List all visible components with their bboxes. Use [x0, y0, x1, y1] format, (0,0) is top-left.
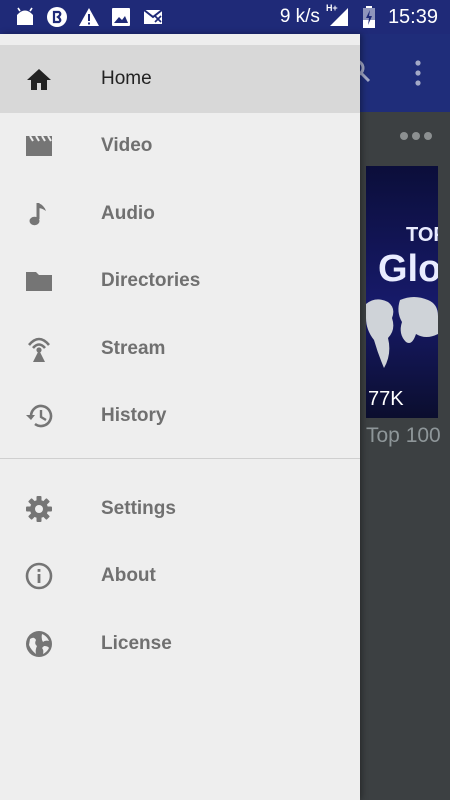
status-bar: 9 k/s H+ 15:39	[0, 0, 450, 34]
video-icon	[25, 132, 53, 160]
home-icon	[25, 65, 53, 93]
more-dots-icon[interactable]	[400, 132, 440, 142]
drawer-item-license[interactable]: License	[0, 610, 360, 678]
drawer-item-label: History	[101, 405, 167, 427]
music-note-icon	[25, 200, 53, 228]
drawer-item-label: About	[101, 565, 156, 587]
warning-icon	[78, 6, 100, 28]
drawer-item-label: Audio	[101, 202, 155, 224]
drawer-item-directories[interactable]: Directories	[0, 248, 360, 316]
status-left-icons	[0, 6, 164, 28]
video-thumbnail[interactable]: TOP Glo 77K	[366, 166, 438, 418]
drawer-item-history[interactable]: History	[0, 383, 360, 451]
sync-circle-icon	[46, 6, 68, 28]
drawer-item-stream[interactable]: Stream	[0, 315, 360, 383]
drawer-item-label: Settings	[101, 497, 176, 519]
drawer-item-label: Directories	[101, 270, 201, 292]
drawer-item-settings[interactable]: Settings	[0, 475, 360, 543]
battery-charging-icon	[358, 6, 380, 28]
drawer-item-video[interactable]: Video	[0, 113, 360, 181]
gear-icon	[25, 495, 53, 523]
network-speed: 9 k/s	[279, 6, 320, 27]
world-map-graphic	[366, 297, 438, 368]
stream-antenna-icon	[25, 335, 53, 363]
drawer-item-home[interactable]: Home	[0, 45, 360, 113]
status-right: 9 k/s H+ 15:39	[279, 3, 450, 29]
info-icon	[25, 562, 53, 590]
thumbnail-text-glo: Glo	[378, 248, 438, 290]
thumbnail-text-top: TOP	[406, 224, 438, 246]
drawer-divider	[0, 458, 360, 459]
drawer-item-about[interactable]: About	[0, 543, 360, 611]
drawer-item-audio[interactable]: Audio	[0, 180, 360, 248]
video-title[interactable]: Top 100	[366, 424, 441, 448]
overflow-menu-icon[interactable]	[410, 58, 426, 88]
signal-icon: H+	[325, 3, 350, 28]
drawer-item-label: Home	[101, 67, 152, 89]
globe-icon	[25, 630, 53, 658]
clock: 15:39	[387, 5, 438, 28]
history-icon	[25, 402, 53, 430]
thumbnail-view-count: 77K	[368, 388, 404, 410]
mail-off-icon	[142, 6, 164, 28]
drawer-item-label: Video	[101, 135, 153, 157]
drawer-item-label: License	[101, 632, 172, 654]
drawer-item-label: Stream	[101, 337, 166, 359]
image-icon	[110, 6, 132, 28]
folder-icon	[25, 267, 53, 295]
android-icon	[14, 6, 36, 28]
navigation-drawer: Home Video Audio Directories Stream Hist…	[0, 34, 360, 800]
network-type: H+	[325, 3, 338, 13]
